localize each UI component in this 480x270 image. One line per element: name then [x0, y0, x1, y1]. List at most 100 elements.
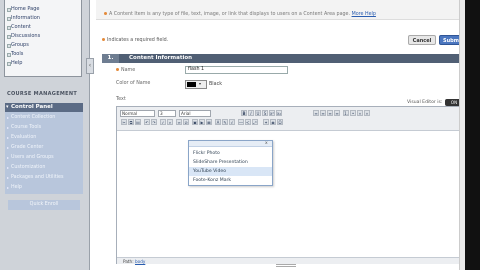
fullscreen-icon[interactable]: ⤢ [252, 119, 258, 125]
info-text: A Content Item is any type of file, text… [109, 12, 351, 17]
name-field[interactable]: flash 1 [185, 66, 288, 74]
unordered-list-icon[interactable]: • [350, 110, 356, 116]
control-panel-label: Control Panel [11, 104, 53, 110]
chevron-down-icon: ▾ [6, 104, 9, 110]
triangle-right-icon: ▸ [7, 115, 10, 120]
table-icon[interactable]: ▦ [206, 119, 212, 125]
cp-item-label: Grade Center [11, 145, 44, 150]
special-char-icon[interactable]: Ω [277, 119, 283, 125]
preview-icon[interactable]: ◉ [270, 119, 276, 125]
paste-icon[interactable]: ▤ [135, 119, 141, 125]
font-family-select[interactable]: Arial [179, 110, 211, 117]
italic-icon[interactable]: I [248, 110, 254, 116]
text-editor[interactable]: Visual Editor is: ON Normal 3 Arial B I … [116, 99, 466, 264]
find-icon[interactable]: ⌕ [167, 119, 173, 125]
strikethrough-icon[interactable]: S [262, 110, 268, 116]
mashup-option-slideshare[interactable]: SlideShare Presentation [193, 158, 271, 167]
paragraph-style-select[interactable]: Normal [120, 110, 155, 117]
cp-item-packages-and-utilities[interactable]: ▸ Packages and Utilities [7, 174, 64, 181]
indent-icon[interactable]: » [364, 110, 370, 116]
color-value: Black [209, 82, 222, 87]
nav-item-groups[interactable]: Groups [11, 41, 29, 49]
section-header: 1. Content Information [102, 54, 467, 63]
highlight-icon[interactable]: ✎ [222, 119, 228, 125]
superscript-icon[interactable]: x² [269, 110, 275, 116]
cp-item-label: Customization [11, 165, 46, 170]
required-note-text: Indicates a required field. [107, 38, 169, 43]
nav-item-information[interactable]: Information [11, 14, 40, 22]
ordered-list-icon[interactable]: 1. [343, 110, 349, 116]
align-right-icon[interactable]: ≡ [327, 110, 333, 116]
cp-item-evaluation[interactable]: ▸ Evaluation [7, 134, 36, 141]
media-icon[interactable]: ▶ [199, 119, 205, 125]
undo-icon[interactable]: ↶ [144, 119, 150, 125]
cp-item-help[interactable]: ▸ Help [7, 184, 22, 191]
control-panel-items: ▸ Content Collection ▸ Course Tools ▸ Evalu… [5, 112, 83, 194]
visual-editor-toggle: Visual Editor is: ON [407, 98, 465, 107]
mashups-dropdown-header: x [189, 141, 272, 147]
nav-item-help[interactable]: Help [11, 59, 22, 67]
cp-item-users-and-groups[interactable]: ▸ Users and Groups [7, 154, 54, 161]
font-size-select[interactable]: 3 [158, 110, 176, 117]
hr-icon[interactable]: ― [238, 119, 244, 125]
outdent-icon[interactable]: « [357, 110, 363, 116]
more-help-link[interactable]: More Help [352, 12, 376, 17]
align-left-icon[interactable]: ≡ [313, 110, 319, 116]
nav-item-tools[interactable]: Tools [11, 50, 23, 58]
justify-icon[interactable]: ≡ [334, 110, 340, 116]
color-of-name-label: Color of Name [116, 81, 151, 86]
bold-icon[interactable]: B [241, 110, 247, 116]
cp-item-label: Content Collection [11, 115, 56, 120]
editor-toolbar: Normal 3 Arial B I U S x² x₂ ≡ ≡ ≡ ≡ 1. … [117, 107, 465, 131]
collapse-menu-handle[interactable]: ‹ [86, 58, 94, 74]
triangle-right-icon: ▸ [7, 165, 10, 170]
required-note: Indicates a required field. [102, 38, 168, 43]
editor-path-bar: Path: body [117, 257, 465, 264]
align-center-icon[interactable]: ≡ [320, 110, 326, 116]
equation-icon[interactable]: √ [229, 119, 235, 125]
copy-icon[interactable]: ⧉ [128, 119, 134, 125]
mashup-option-foote-konz[interactable]: Foote-Konz Mark [193, 176, 271, 185]
mashup-option-flickr[interactable]: Flickr Photo [193, 149, 271, 158]
editor-resize-handle[interactable] [276, 264, 296, 267]
section-number: 1. [102, 54, 119, 63]
spellcheck-icon[interactable]: ✓ [160, 119, 166, 125]
redo-icon[interactable]: ↷ [151, 119, 157, 125]
mashups-icon[interactable]: ✦ [263, 119, 269, 125]
text-color-icon[interactable]: A [215, 119, 221, 125]
close-icon[interactable]: x [265, 141, 268, 146]
cp-item-label: Users and Groups [11, 155, 54, 160]
text-label: Text [116, 97, 126, 102]
link-icon[interactable]: ∞ [176, 119, 182, 125]
cp-item-label: Packages and Utilities [11, 175, 64, 180]
mashup-option-youtube[interactable]: YouTube Video [189, 167, 272, 176]
color-picker[interactable]: ▾ [185, 80, 207, 89]
path-body-link[interactable]: body [135, 259, 145, 264]
cut-icon[interactable]: ✂ [121, 119, 127, 125]
visual-editor-label: Visual Editor is: [407, 100, 443, 105]
control-panel-header[interactable]: ▾ Control Panel [5, 103, 83, 112]
nav-item-content[interactable]: Content [11, 23, 31, 31]
subscript-icon[interactable]: x₂ [276, 110, 282, 116]
triangle-right-icon: ▸ [7, 145, 10, 150]
section-title: Content Information [129, 55, 193, 61]
quick-enroll-button[interactable]: Quick Enroll [8, 200, 80, 210]
underline-icon[interactable]: U [255, 110, 261, 116]
path-label: Path: [123, 259, 134, 264]
triangle-right-icon: ▸ [7, 175, 10, 180]
course-management-title: COURSE MANAGEMENT [7, 91, 78, 97]
cp-item-course-tools[interactable]: ▸ Course Tools [7, 124, 42, 131]
window-frame-right [465, 0, 480, 270]
unlink-icon[interactable]: ⊘ [183, 119, 189, 125]
cp-item-label: Help [11, 185, 22, 190]
image-icon[interactable]: ▣ [192, 119, 198, 125]
nav-item-home-page[interactable]: Home Page [11, 5, 39, 13]
cp-item-content-collection[interactable]: ▸ Content Collection [7, 114, 56, 121]
cancel-button[interactable]: Cancel [408, 35, 436, 45]
cp-item-grade-center[interactable]: ▸ Grade Center [7, 144, 44, 151]
triangle-right-icon: ▸ [7, 125, 10, 130]
cp-item-label: Course Tools [11, 125, 42, 130]
html-icon[interactable]: <> [245, 119, 251, 125]
nav-item-discussions[interactable]: Discussions [11, 32, 40, 40]
cp-item-customization[interactable]: ▸ Customization [7, 164, 46, 171]
